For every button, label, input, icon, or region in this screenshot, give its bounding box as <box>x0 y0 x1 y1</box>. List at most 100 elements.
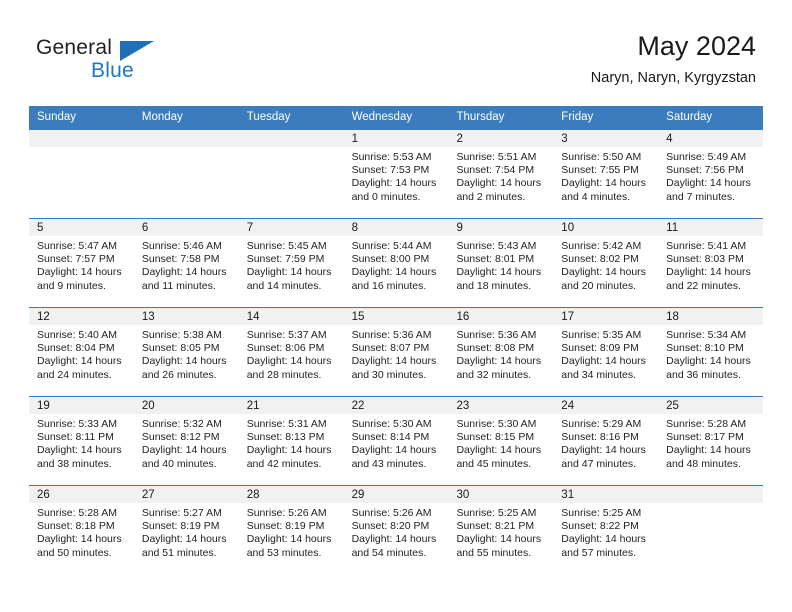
day-cell[interactable]: 17 Sunrise: 5:35 AM Sunset: 8:09 PM Dayl… <box>553 308 659 396</box>
daylight-text-line2: and 42 minutes. <box>246 457 322 470</box>
day-cell[interactable]: 31 Sunrise: 5:25 AM Sunset: 8:22 PM Dayl… <box>553 486 659 574</box>
day-cell[interactable]: 7 Sunrise: 5:45 AM Sunset: 7:59 PM Dayli… <box>238 219 344 307</box>
sunrise-text: Sunrise: 5:25 AM <box>561 507 642 519</box>
day-details: Sunrise: 5:30 AM Sunset: 8:15 PM Dayligh… <box>448 414 553 471</box>
daylight-text-line2: and 16 minutes. <box>351 279 427 292</box>
day-cell[interactable]: 10 Sunrise: 5:42 AM Sunset: 8:02 PM Dayl… <box>553 219 659 307</box>
day-cell[interactable]: 15 Sunrise: 5:36 AM Sunset: 8:07 PM Dayl… <box>343 308 449 396</box>
sunset-text: Sunset: 8:08 PM <box>456 342 535 355</box>
day-number <box>29 130 134 147</box>
location-subtitle: Naryn, Naryn, Kyrgyzstan <box>590 70 756 86</box>
sunrise-text: Sunrise: 5:27 AM <box>141 507 222 519</box>
day-details: Sunrise: 5:44 AM Sunset: 8:00 PM Dayligh… <box>344 236 449 293</box>
sunset-text: Sunset: 8:19 PM <box>141 520 220 533</box>
day-details: Sunrise: 5:36 AM Sunset: 8:07 PM Dayligh… <box>344 325 449 382</box>
sunrise-text: Sunrise: 5:45 AM <box>246 240 327 252</box>
day-details: Sunrise: 5:31 AM Sunset: 8:13 PM Dayligh… <box>239 414 344 471</box>
day-cell[interactable]: 12 Sunrise: 5:40 AM Sunset: 8:04 PM Dayl… <box>29 308 134 396</box>
daylight-text-line1: Daylight: 14 hours <box>37 266 122 279</box>
sunrise-text: Sunrise: 5:30 AM <box>456 418 537 430</box>
sunrise-text: Sunrise: 5:26 AM <box>246 507 327 519</box>
day-cell[interactable]: 1 Sunrise: 5:53 AM Sunset: 7:53 PM Dayli… <box>343 130 449 218</box>
day-cell[interactable]: 19 Sunrise: 5:33 AM Sunset: 8:11 PM Dayl… <box>29 397 134 485</box>
day-cell[interactable] <box>658 486 764 574</box>
sunrise-text: Sunrise: 5:53 AM <box>351 151 432 163</box>
sunrise-text: Sunrise: 5:31 AM <box>246 418 327 430</box>
weekday-header-thursday: Thursday <box>456 111 505 123</box>
sunset-text: Sunset: 8:01 PM <box>456 253 535 266</box>
day-details: Sunrise: 5:45 AM Sunset: 7:59 PM Dayligh… <box>239 236 344 293</box>
sunrise-text: Sunrise: 5:44 AM <box>351 240 432 252</box>
day-cell[interactable]: 13 Sunrise: 5:38 AM Sunset: 8:05 PM Dayl… <box>133 308 239 396</box>
weekday-header-tuesday: Tuesday <box>246 111 291 123</box>
sunset-text: Sunset: 8:10 PM <box>666 342 744 355</box>
day-cell[interactable]: 24 Sunrise: 5:29 AM Sunset: 8:16 PM Dayl… <box>553 397 659 485</box>
day-cell[interactable]: 28 Sunrise: 5:26 AM Sunset: 8:19 PM Dayl… <box>238 486 344 574</box>
daylight-text-line2: and 34 minutes. <box>561 368 637 381</box>
day-number: 18 <box>658 308 764 325</box>
day-details: Sunrise: 5:36 AM Sunset: 8:08 PM Dayligh… <box>448 325 553 382</box>
day-cell[interactable]: 3 Sunrise: 5:50 AM Sunset: 7:55 PM Dayli… <box>553 130 659 218</box>
day-number: 12 <box>29 308 134 325</box>
day-cell[interactable]: 18 Sunrise: 5:34 AM Sunset: 8:10 PM Dayl… <box>658 308 764 396</box>
day-cell[interactable] <box>29 130 134 218</box>
day-number: 13 <box>133 308 239 325</box>
day-cell[interactable]: 27 Sunrise: 5:27 AM Sunset: 8:19 PM Dayl… <box>133 486 239 574</box>
sunset-text: Sunset: 8:11 PM <box>37 431 114 444</box>
day-cell[interactable]: 5 Sunrise: 5:47 AM Sunset: 7:57 PM Dayli… <box>29 219 134 307</box>
daylight-text-line1: Daylight: 14 hours <box>141 444 227 457</box>
day-cell[interactable]: 20 Sunrise: 5:32 AM Sunset: 8:12 PM Dayl… <box>133 397 239 485</box>
sunrise-text: Sunrise: 5:26 AM <box>351 507 432 519</box>
day-details: Sunrise: 5:51 AM Sunset: 7:54 PM Dayligh… <box>448 147 553 204</box>
daylight-text-line2: and 20 minutes. <box>561 279 637 292</box>
day-number: 27 <box>133 486 239 503</box>
daylight-text-line1: Daylight: 14 hours <box>456 533 542 546</box>
sunrise-text: Sunrise: 5:36 AM <box>456 329 537 341</box>
day-cell[interactable] <box>133 130 239 218</box>
general-blue-logo[interactable]: General Blue <box>36 36 236 88</box>
daylight-text-line1: Daylight: 14 hours <box>456 177 542 190</box>
day-cell[interactable]: 25 Sunrise: 5:28 AM Sunset: 8:17 PM Dayl… <box>658 397 764 485</box>
day-cell[interactable] <box>238 130 344 218</box>
daylight-text-line1: Daylight: 14 hours <box>37 444 122 457</box>
day-cell[interactable]: 11 Sunrise: 5:41 AM Sunset: 8:03 PM Dayl… <box>658 219 764 307</box>
day-details: Sunrise: 5:26 AM Sunset: 8:20 PM Dayligh… <box>344 503 449 560</box>
day-cell[interactable]: 21 Sunrise: 5:31 AM Sunset: 8:13 PM Dayl… <box>238 397 344 485</box>
day-number: 8 <box>343 219 449 236</box>
daylight-text-line2: and 22 minutes. <box>666 279 741 292</box>
daylight-text-line2: and 18 minutes. <box>456 279 532 292</box>
day-cell[interactable]: 30 Sunrise: 5:25 AM Sunset: 8:21 PM Dayl… <box>448 486 554 574</box>
day-cell[interactable]: 8 Sunrise: 5:44 AM Sunset: 8:00 PM Dayli… <box>343 219 449 307</box>
day-number: 19 <box>29 397 134 414</box>
day-cell[interactable]: 26 Sunrise: 5:28 AM Sunset: 8:18 PM Dayl… <box>29 486 134 574</box>
daylight-text-line2: and 48 minutes. <box>666 457 741 470</box>
day-cell[interactable]: 22 Sunrise: 5:30 AM Sunset: 8:14 PM Dayl… <box>343 397 449 485</box>
daylight-text-line2: and 40 minutes. <box>141 457 217 470</box>
day-cell[interactable]: 14 Sunrise: 5:37 AM Sunset: 8:06 PM Dayl… <box>238 308 344 396</box>
day-details <box>29 147 134 151</box>
daylight-text-line1: Daylight: 14 hours <box>141 355 227 368</box>
logo-text-general: General <box>36 36 113 59</box>
sunrise-text: Sunrise: 5:50 AM <box>561 151 642 163</box>
day-number: 1 <box>343 130 449 147</box>
day-cell[interactable]: 6 Sunrise: 5:46 AM Sunset: 7:58 PM Dayli… <box>133 219 239 307</box>
logo-text-blue: Blue <box>91 59 134 82</box>
sunrise-text: Sunrise: 5:32 AM <box>141 418 222 430</box>
daylight-text-line1: Daylight: 14 hours <box>351 355 437 368</box>
day-number: 25 <box>658 397 764 414</box>
day-cell[interactable]: 23 Sunrise: 5:30 AM Sunset: 8:15 PM Dayl… <box>448 397 554 485</box>
day-details: Sunrise: 5:27 AM Sunset: 8:19 PM Dayligh… <box>134 503 239 560</box>
sunrise-text: Sunrise: 5:28 AM <box>37 507 117 519</box>
day-cell[interactable]: 2 Sunrise: 5:51 AM Sunset: 7:54 PM Dayli… <box>448 130 554 218</box>
day-cell[interactable]: 9 Sunrise: 5:43 AM Sunset: 8:01 PM Dayli… <box>448 219 554 307</box>
sunset-text: Sunset: 7:54 PM <box>456 164 535 177</box>
sunrise-text: Sunrise: 5:40 AM <box>37 329 117 341</box>
day-cell[interactable]: 29 Sunrise: 5:26 AM Sunset: 8:20 PM Dayl… <box>343 486 449 574</box>
day-cell[interactable]: 16 Sunrise: 5:36 AM Sunset: 8:08 PM Dayl… <box>448 308 554 396</box>
day-details: Sunrise: 5:47 AM Sunset: 7:57 PM Dayligh… <box>29 236 134 293</box>
day-cell[interactable]: 4 Sunrise: 5:49 AM Sunset: 7:56 PM Dayli… <box>658 130 764 218</box>
sunset-text: Sunset: 8:22 PM <box>561 520 639 533</box>
sunrise-text: Sunrise: 5:51 AM <box>456 151 537 163</box>
daylight-text-line1: Daylight: 14 hours <box>561 266 646 279</box>
daylight-text-line2: and 14 minutes. <box>246 279 322 292</box>
